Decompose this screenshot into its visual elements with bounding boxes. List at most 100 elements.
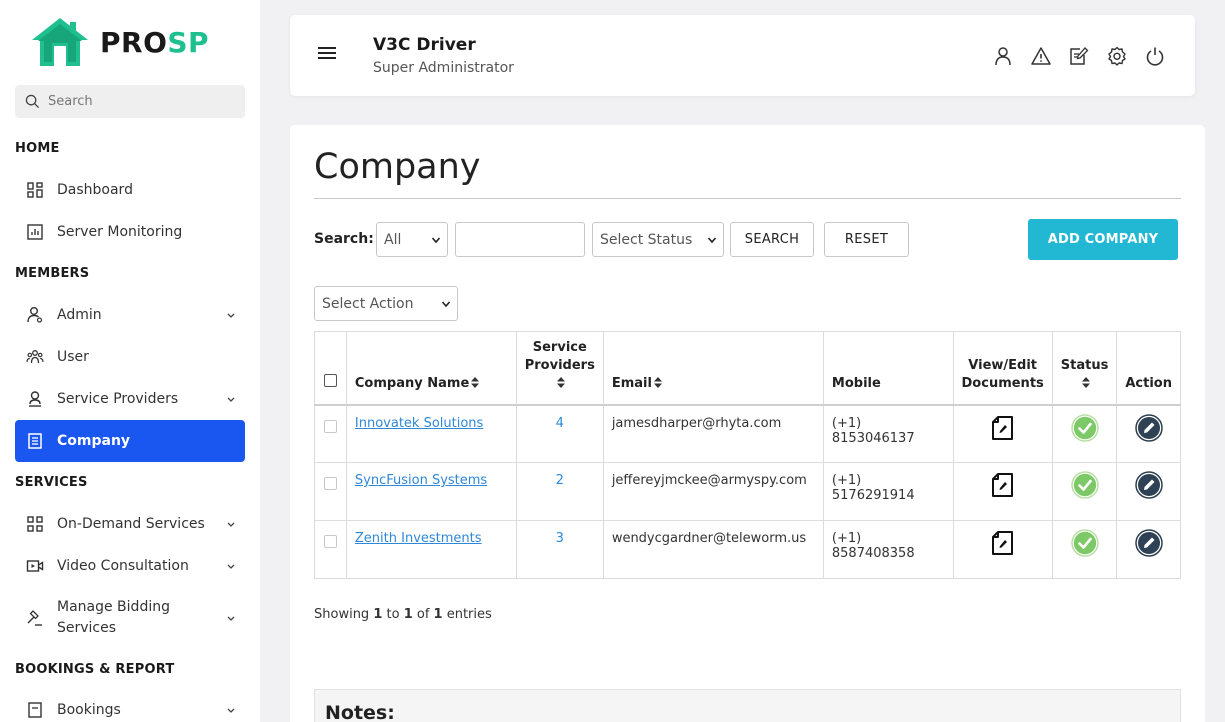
person-icon xyxy=(25,389,45,409)
status-active-icon[interactable] xyxy=(1070,413,1099,442)
sidebar-item-dashboard[interactable]: Dashboard xyxy=(15,170,245,210)
company-name-link[interactable]: Zenith Investments xyxy=(355,531,482,546)
documents-cell xyxy=(952,462,1053,521)
page-title: Company xyxy=(314,147,481,187)
logo-text-sp: SP xyxy=(167,25,210,59)
edit-pencil-icon[interactable] xyxy=(1134,471,1163,499)
sidebar-item-label: Service Providers xyxy=(57,390,179,407)
sidebar-item-label: Bookings xyxy=(57,701,121,718)
company-name-link[interactable]: Innovatek Solutions xyxy=(355,416,483,431)
admin-user-icon xyxy=(25,305,45,325)
sidebar-item-service-providers[interactable]: Service Providers xyxy=(15,379,245,419)
chevron-down-icon xyxy=(227,397,235,402)
edit-pencil-icon[interactable] xyxy=(1134,529,1163,557)
row-checkbox[interactable] xyxy=(324,419,337,433)
showing-from: 1 xyxy=(373,607,383,622)
col-company-name-label: Company Name xyxy=(354,375,470,391)
chevron-down-icon xyxy=(441,301,451,308)
logo[interactable]: PROSP xyxy=(30,16,209,68)
title-divider xyxy=(314,198,1181,199)
col-status-label: Status xyxy=(1060,357,1109,373)
menu-toggle-icon[interactable] xyxy=(318,47,336,61)
sidebar-item-label: Video Consultation xyxy=(57,557,189,574)
search-filter-value: All xyxy=(384,231,402,248)
bookings-icon xyxy=(25,700,45,720)
row-select-cell xyxy=(314,462,347,521)
chevron-down-icon xyxy=(227,616,235,621)
providers-count-link[interactable]: 4 xyxy=(556,416,564,431)
reset-button[interactable]: RESET xyxy=(824,222,909,257)
showing-to: 1 xyxy=(403,607,413,622)
documents-cell xyxy=(952,520,1053,579)
bulk-action-value: Select Action xyxy=(322,295,414,312)
search-input[interactable] xyxy=(455,222,585,257)
status-select[interactable]: Select Status xyxy=(592,222,724,257)
showing-of-word: of xyxy=(412,607,434,622)
sidebar-item-server-monitoring[interactable]: Server Monitoring xyxy=(15,212,245,252)
settings-icon[interactable] xyxy=(1107,46,1127,66)
section-members: MEMBERS xyxy=(15,266,90,281)
logo-house-icon xyxy=(32,18,88,66)
status-active-icon[interactable] xyxy=(1070,471,1099,499)
chevron-down-icon xyxy=(707,237,717,244)
sidebar-search-input[interactable]: Search xyxy=(15,85,245,118)
document-edit-icon[interactable] xyxy=(989,414,1017,442)
col-email[interactable]: Email xyxy=(602,331,824,405)
sidebar-item-manage-bidding-services[interactable]: Manage Bidding Services xyxy=(15,596,245,640)
table-header-row: Company Name Service Providers Email Mobi… xyxy=(314,331,1181,405)
row-checkbox[interactable] xyxy=(324,477,337,490)
col-status[interactable]: Status xyxy=(1051,331,1118,405)
col-service-providers[interactable]: Service Providers xyxy=(515,331,604,405)
company-name-link[interactable]: SyncFusion Systems xyxy=(355,473,487,488)
showing-prefix: Showing xyxy=(314,607,374,622)
chevron-down-icon xyxy=(227,564,235,569)
table-row: SyncFusion Systems 2 jeffereyjmckee@army… xyxy=(314,462,1181,521)
row-select-cell xyxy=(314,520,347,579)
company-name-cell: Innovatek Solutions xyxy=(345,403,517,463)
email-cell: wendycgardner@teleworm.us xyxy=(602,520,824,579)
select-all-checkbox[interactable] xyxy=(324,373,337,387)
document-edit-icon[interactable] xyxy=(989,471,1017,499)
providers-count-link[interactable]: 3 xyxy=(556,531,564,546)
status-cell xyxy=(1051,520,1118,579)
sidebar-item-label: Admin xyxy=(57,306,102,323)
providers-cell: 2 xyxy=(515,462,604,521)
edit-note-icon[interactable] xyxy=(1069,46,1089,66)
mobile-cell: (+1) 8153046137 xyxy=(822,403,954,463)
add-company-button[interactable]: ADD COMPANY xyxy=(1028,219,1178,260)
search-button[interactable]: SEARCH xyxy=(730,222,814,257)
dashboard-icon xyxy=(25,180,45,200)
col-service-providers-line2: Providers xyxy=(524,357,595,373)
document-edit-icon[interactable] xyxy=(989,529,1017,557)
user-icon[interactable] xyxy=(993,46,1013,66)
col-action: Action xyxy=(1116,331,1181,405)
email-cell: jamesdharper@rhyta.com xyxy=(602,403,824,463)
power-icon[interactable] xyxy=(1145,46,1165,66)
sidebar-item-on-demand-services[interactable]: On-Demand Services xyxy=(15,504,245,544)
row-checkbox[interactable] xyxy=(324,535,337,548)
sidebar-item-label-line1: Manage Bidding xyxy=(57,599,170,615)
sidebar-item-user[interactable]: User xyxy=(15,337,245,377)
sidebar-item-bookings[interactable]: Bookings xyxy=(15,690,245,722)
col-email-label: Email xyxy=(611,375,652,391)
header-actions xyxy=(993,46,1165,66)
notes-panel: Notes: xyxy=(314,689,1181,722)
main-content: Company Search: All Select Status SEARCH… xyxy=(290,125,1205,722)
sidebar-item-label: Server Monitoring xyxy=(57,223,183,240)
bulk-action-select[interactable]: Select Action xyxy=(314,286,458,321)
chevron-down-icon xyxy=(431,237,441,244)
search-icon xyxy=(25,94,40,109)
col-service-providers-line1: Service xyxy=(532,339,587,355)
providers-count-link[interactable]: 2 xyxy=(556,473,564,488)
sidebar-item-label: Manage Bidding Services xyxy=(57,597,170,639)
search-filter-select[interactable]: All xyxy=(376,222,448,257)
sidebar-item-video-consultation[interactable]: Video Consultation xyxy=(15,546,245,586)
sidebar-item-admin[interactable]: Admin xyxy=(15,295,245,335)
status-active-icon[interactable] xyxy=(1070,529,1099,557)
video-icon xyxy=(25,556,45,576)
company-table: Company Name Service Providers Email Mobi… xyxy=(314,331,1181,579)
edit-pencil-icon[interactable] xyxy=(1134,413,1163,442)
col-company-name[interactable]: Company Name xyxy=(345,331,517,405)
sidebar-item-company[interactable]: Company xyxy=(15,420,245,462)
alert-icon[interactable] xyxy=(1031,46,1051,66)
